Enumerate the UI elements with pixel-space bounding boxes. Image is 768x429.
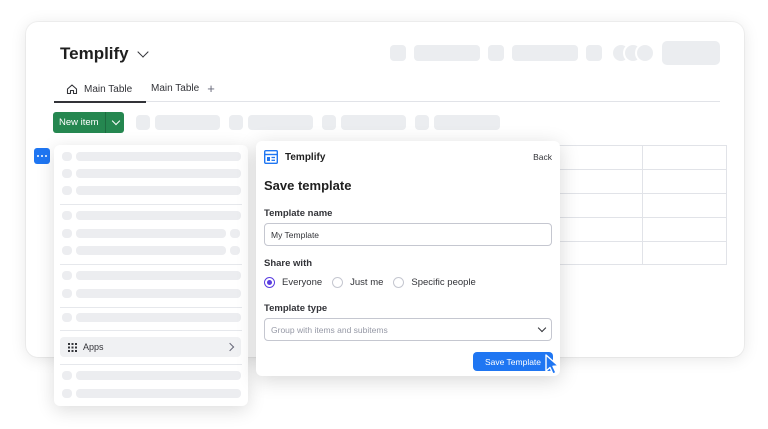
radio-unselected-icon [332, 277, 344, 288]
radio-unselected-icon [393, 277, 405, 288]
radio-label: Just me [350, 277, 384, 288]
avatar-skeleton [635, 43, 655, 63]
toolbar-skeleton [341, 115, 406, 130]
menu-divider [60, 264, 242, 265]
radio-just-me[interactable]: Just me [332, 277, 383, 288]
grid-divider [642, 146, 643, 264]
menu-skeleton-icon [62, 271, 72, 280]
board-title[interactable]: Templify [60, 44, 149, 64]
menu-divider [60, 204, 242, 205]
template-name-input[interactable]: My Template [264, 223, 552, 246]
dot [36, 154, 39, 158]
menu-divider [60, 330, 242, 331]
save-template-panel: Templify Back Save template Template nam… [256, 141, 560, 376]
toolbar-skeleton [322, 115, 336, 130]
board-title-text: Templify [60, 44, 129, 63]
toolbar-skeleton [248, 115, 313, 130]
menu-skeleton-icon [230, 246, 240, 255]
templify-logo-icon [264, 150, 278, 164]
header-skeleton [390, 45, 406, 61]
menu-skeleton-item[interactable] [76, 389, 241, 398]
more-options-button[interactable] [34, 148, 50, 164]
tab-bar: Main Table Main Table + [53, 80, 720, 103]
toolbar-skeleton [136, 115, 150, 130]
template-type-label: Template type [264, 303, 328, 314]
menu-skeleton-icon [62, 169, 72, 178]
new-item-dropdown-button[interactable] [105, 112, 124, 133]
menu-skeleton-icon [62, 211, 72, 220]
grid-divider [556, 193, 726, 194]
grid-divider [556, 169, 726, 170]
tab-label: Main Table [84, 83, 133, 95]
panel-header: Templify [264, 150, 325, 164]
new-item-button[interactable]: New item [53, 112, 106, 133]
menu-skeleton-item[interactable] [76, 271, 241, 280]
chevron-right-icon [225, 342, 235, 352]
apps-label: Apps [83, 342, 104, 352]
menu-skeleton-item[interactable] [76, 289, 241, 298]
radio-specific-people[interactable]: Specific people [393, 277, 476, 288]
header-skeleton [662, 41, 720, 65]
menu-skeleton-icon [62, 152, 72, 161]
header-skeleton [414, 45, 480, 61]
menu-divider [60, 364, 242, 365]
menu-skeleton-item[interactable] [76, 371, 241, 380]
menu-skeleton-icon [62, 389, 72, 398]
grid-divider [556, 241, 726, 242]
panel-title: Save template [264, 178, 352, 193]
header-skeleton [488, 45, 504, 61]
menu-skeleton-icon [62, 246, 72, 255]
menu-skeleton-item[interactable] [76, 186, 241, 195]
menu-skeleton-icon [62, 229, 72, 238]
menu-skeleton-icon [62, 371, 72, 380]
menu-skeleton-item[interactable] [76, 152, 241, 161]
chevron-down-icon [537, 323, 547, 332]
tab-main-table-2[interactable]: Main Table + [151, 82, 215, 95]
header-skeleton [512, 45, 578, 61]
back-link[interactable]: Back [533, 152, 552, 162]
menu-skeleton-item[interactable] [76, 211, 241, 220]
toolbar-skeleton [434, 115, 500, 130]
chevron-down-icon[interactable] [136, 46, 149, 58]
menu-skeleton-icon [62, 289, 72, 298]
share-with-label: Share with [264, 258, 313, 269]
menu-skeleton-item[interactable] [76, 313, 241, 322]
dot [45, 154, 48, 158]
panel-app-name: Templify [285, 151, 326, 163]
menu-skeleton-icon [62, 313, 72, 322]
apps-grid-icon [68, 342, 77, 352]
mouse-pointer-icon [545, 354, 560, 375]
tab-label: Main Table [151, 83, 200, 94]
menu-skeleton-item[interactable] [76, 229, 226, 238]
radio-label: Specific people [411, 277, 476, 288]
share-with-radio-group: Everyone Just me Specific people [264, 277, 476, 288]
save-template-button[interactable]: Save Template [473, 352, 553, 371]
header-skeleton [586, 45, 602, 61]
menu-skeleton-icon [230, 229, 240, 238]
template-type-placeholder: Group with items and subitems [271, 324, 388, 335]
menu-skeleton-icon [62, 186, 72, 195]
grid-divider [556, 217, 726, 218]
template-name-value: My Template [271, 229, 320, 240]
home-icon [66, 84, 78, 95]
radio-label: Everyone [282, 277, 323, 288]
toolbar-skeleton [229, 115, 243, 130]
chevron-down-icon [111, 116, 120, 125]
toolbar-skeleton [415, 115, 429, 130]
new-item-button-group: New item [53, 112, 124, 133]
dot [40, 154, 44, 158]
tab-main-table[interactable]: Main Table [53, 83, 147, 103]
template-type-select[interactable]: Group with items and subitems [264, 318, 552, 341]
radio-selected-icon [264, 277, 275, 288]
template-name-label: Template name [264, 208, 333, 219]
menu-item-apps[interactable]: Apps [60, 337, 241, 357]
add-tab-button[interactable]: + [207, 82, 215, 95]
toolbar-skeleton [155, 115, 220, 130]
menu-divider [60, 307, 242, 308]
table-grid [555, 145, 727, 265]
menu-skeleton-item[interactable] [76, 169, 241, 178]
menu-skeleton-item[interactable] [76, 246, 226, 255]
radio-everyone[interactable]: Everyone [264, 277, 322, 288]
context-menu: Apps [54, 145, 248, 406]
